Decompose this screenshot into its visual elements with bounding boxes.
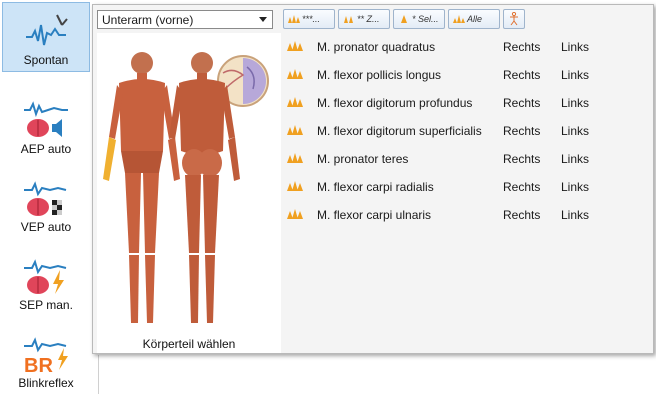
- links-option[interactable]: Links: [561, 96, 589, 110]
- filter-all-button[interactable]: Alle: [448, 9, 500, 29]
- links-option[interactable]: Links: [561, 208, 589, 222]
- divider: [98, 355, 99, 394]
- filter-button-label: * Sel...: [412, 14, 439, 24]
- svg-text:BR: BR: [24, 355, 53, 374]
- sidebar-item-label: AEP auto: [20, 142, 72, 156]
- sidebar-item-blinkreflex[interactable]: BR Blinkreflex: [2, 326, 90, 396]
- body-figure-icon: [510, 12, 518, 26]
- rating-star-icon: [287, 153, 303, 163]
- sidebar-item-label: Spontan: [23, 53, 69, 67]
- rechts-option[interactable]: Rechts: [503, 124, 540, 138]
- body-part-panel[interactable]: Körperteil wählen: [97, 33, 281, 353]
- links-option[interactable]: Links: [561, 40, 589, 54]
- sep-brain-lightning-icon: [24, 259, 67, 294]
- muscle-row[interactable]: M. flexor digitorum superficialis Rechts…: [283, 117, 651, 145]
- all-icon: [453, 15, 465, 23]
- muscle-row[interactable]: M. pronator quadratus Rechts Links: [283, 33, 651, 61]
- spontan-wave-icon: [26, 14, 68, 46]
- filter-button-label: Alle: [467, 14, 483, 24]
- muscle-name: M. pronator teres: [317, 152, 409, 166]
- two-star-icon: [344, 16, 353, 23]
- filter-three-star-button[interactable]: ***...: [283, 9, 335, 29]
- three-star-icon: [288, 15, 300, 23]
- filter-toolbar: ***... ** Z... * Sel... Alle: [283, 9, 525, 31]
- rating-star-icon: [287, 181, 303, 191]
- aep-brain-speaker-icon: [24, 101, 68, 137]
- rechts-option[interactable]: Rechts: [503, 208, 540, 222]
- sidebar-item-label: SEP man.: [19, 298, 73, 312]
- sidebar-item-label: Blinkreflex: [18, 376, 74, 390]
- body-figure-button[interactable]: [503, 9, 525, 29]
- sidebar-item-label: VEP auto: [20, 220, 72, 234]
- muscle-row[interactable]: M. flexor digitorum profundus Rechts Lin…: [283, 89, 651, 117]
- muscle-name: M. flexor digitorum profundus: [317, 96, 473, 110]
- muscle-selection-popup: Unterarm (vorne) Körperteil wählen ***..…: [92, 4, 654, 354]
- sidebar-item-aep-auto[interactable]: AEP auto: [2, 92, 90, 162]
- sidebar-item-sep-man[interactable]: SEP man.: [2, 248, 90, 318]
- muscle-name: M. flexor carpi ulnaris: [317, 208, 432, 222]
- rechts-option[interactable]: Rechts: [503, 68, 540, 82]
- region-select-value: Unterarm (vorne): [102, 12, 194, 27]
- sidebar: Spontan AEP auto VEP auto SEP man. BR Bl…: [0, 0, 92, 394]
- sidebar-item-spontan[interactable]: Spontan: [2, 2, 90, 72]
- muscle-row[interactable]: M. flexor pollicis longus Rechts Links: [283, 61, 651, 89]
- anatomy-figure-image: [103, 52, 269, 323]
- filter-two-star-button[interactable]: ** Z...: [338, 9, 390, 29]
- rating-star-icon: [287, 69, 303, 79]
- chevron-down-icon: [259, 17, 267, 22]
- muscle-row[interactable]: M. pronator teres Rechts Links: [283, 145, 651, 173]
- muscle-name: M. flexor pollicis longus: [317, 68, 442, 82]
- muscle-name: M. pronator quadratus: [317, 40, 436, 54]
- rechts-option[interactable]: Rechts: [503, 40, 540, 54]
- rating-star-icon: [287, 41, 303, 51]
- links-option[interactable]: Links: [561, 180, 589, 194]
- region-select[interactable]: Unterarm (vorne): [97, 10, 273, 29]
- vep-brain-checker-icon: [24, 181, 67, 216]
- filter-button-label: ***...: [302, 14, 321, 24]
- muscle-name: M. flexor carpi radialis: [317, 180, 434, 194]
- filter-one-star-button[interactable]: * Sel...: [393, 9, 445, 29]
- muscle-row[interactable]: M. flexor carpi radialis Rechts Links: [283, 173, 651, 201]
- body-part-label: Körperteil wählen: [142, 337, 236, 351]
- filter-button-label: ** Z...: [357, 14, 380, 24]
- links-option[interactable]: Links: [561, 152, 589, 166]
- rechts-option[interactable]: Rechts: [503, 152, 540, 166]
- links-option[interactable]: Links: [561, 124, 589, 138]
- muscle-list: M. pronator quadratus Rechts Links M. fl…: [283, 33, 651, 229]
- front-body-figure: [103, 52, 180, 323]
- rechts-option[interactable]: Rechts: [503, 180, 540, 194]
- rating-star-icon: [287, 209, 303, 219]
- br-lightning-icon: BR: [24, 337, 68, 374]
- muscle-row[interactable]: M. flexor carpi ulnaris Rechts Links: [283, 201, 651, 229]
- rechts-option[interactable]: Rechts: [503, 96, 540, 110]
- sidebar-item-vep-auto[interactable]: VEP auto: [2, 170, 90, 240]
- rating-star-icon: [287, 97, 303, 107]
- muscle-name: M. flexor digitorum superficialis: [317, 124, 482, 138]
- one-star-icon: [401, 15, 407, 23]
- rating-star-icon: [287, 125, 303, 135]
- links-option[interactable]: Links: [561, 68, 589, 82]
